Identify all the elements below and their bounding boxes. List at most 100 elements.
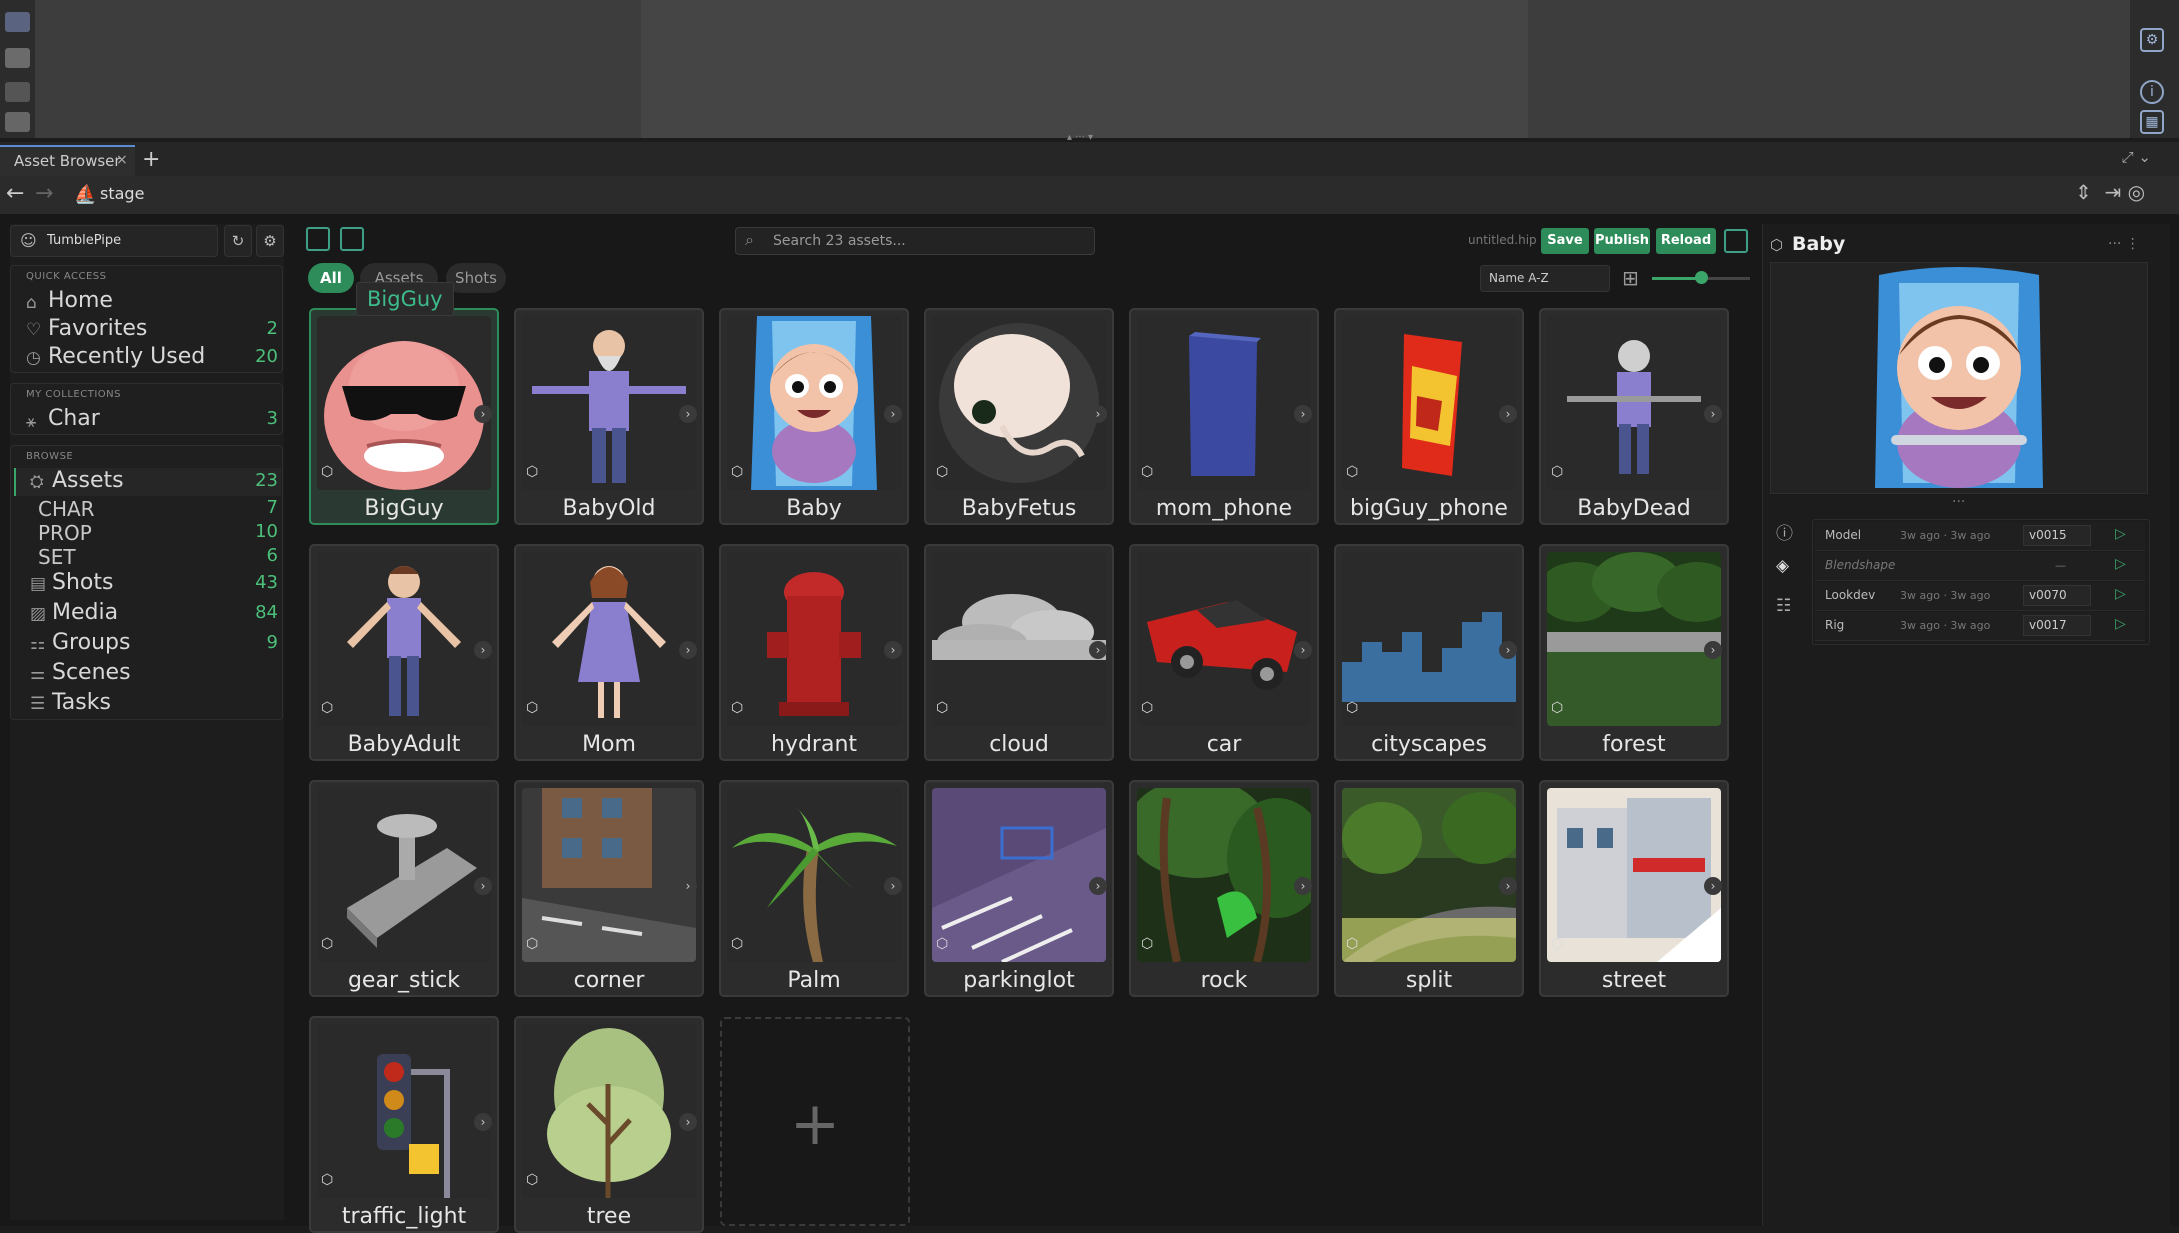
play-icon[interactable]: ▷ — [2115, 526, 2126, 542]
expand-chevron-icon[interactable]: › — [1499, 405, 1517, 423]
view-icon[interactable] — [5, 12, 30, 32]
sidebar-item-set[interactable]: SET — [38, 545, 76, 569]
expand-chevron-icon[interactable]: › — [679, 405, 697, 423]
maximize-pane-icon[interactable]: ⤢ ⌄ — [2122, 148, 2151, 166]
expand-chevron-icon[interactable]: › — [1499, 641, 1517, 659]
asset-card[interactable]: ⬡ › parkinglot — [924, 780, 1114, 997]
sidebar-item-assets[interactable]: Assets — [52, 468, 124, 493]
expand-chevron-icon[interactable]: › — [1499, 877, 1517, 895]
add-asset-button[interactable]: + — [720, 1017, 910, 1226]
asset-card[interactable]: ⬡ › tree — [514, 1016, 704, 1233]
expand-chevron-icon[interactable]: › — [474, 641, 492, 659]
settings-icon[interactable]: ⚙ — [2140, 28, 2164, 52]
layers-tab-icon[interactable]: ◈ — [1776, 556, 1789, 576]
asset-card[interactable]: ⬡ › cityscapes — [1334, 544, 1524, 761]
asset-card[interactable]: ⬡ › Palm — [719, 780, 909, 997]
info-icon[interactable]: i — [2140, 80, 2164, 104]
version-select[interactable]: v0070 — [2023, 585, 2091, 606]
sidebar-item-char-type[interactable]: CHAR — [38, 497, 95, 521]
asset-card[interactable]: ⬡ › traffic_light — [309, 1016, 499, 1233]
expand-chevron-icon[interactable]: › — [1704, 877, 1722, 895]
forward-button[interactable]: → — [35, 181, 53, 206]
asset-card[interactable]: ⬡ › corner — [514, 780, 704, 997]
asset-card[interactable]: ⬡ › Baby — [719, 308, 909, 525]
list-tab-icon[interactable]: ☷ — [1776, 596, 1791, 616]
expand-chevron-icon[interactable]: › — [1089, 877, 1107, 895]
asset-card[interactable]: ⬡ › rock — [1129, 780, 1319, 997]
version-select[interactable]: v0015 — [2023, 525, 2091, 546]
camera-icon[interactable] — [5, 48, 30, 68]
expand-chevron-icon[interactable]: › — [1704, 405, 1722, 423]
preview-resize-handle[interactable]: ··· — [1952, 494, 1965, 510]
pane-splitter[interactable]: ▴ ··· ▾ — [1050, 133, 1110, 143]
expand-chevron-icon[interactable]: › — [679, 641, 697, 659]
sidebar-item-tasks[interactable]: Tasks — [52, 690, 111, 715]
sort-select[interactable]: Name A-Z — [1480, 265, 1610, 292]
version-row[interactable]: Model 3w ago · 3w ago v0015 ▷ — [1815, 522, 2145, 551]
project-selector[interactable]: TumblePipe — [10, 225, 218, 257]
grid-view-icon[interactable]: ⊞ — [1622, 266, 1639, 290]
expand-chevron-icon[interactable]: › — [679, 877, 697, 895]
asset-card[interactable]: ⬡ › Mom — [514, 544, 704, 761]
tab-asset-browser[interactable]: Asset Browser — [0, 145, 135, 176]
publish-button[interactable]: Publish — [1594, 228, 1650, 254]
search-input[interactable] — [773, 229, 1083, 253]
path-label[interactable]: stage — [100, 184, 144, 203]
asset-card[interactable]: ⬡ › BigGuy — [309, 308, 499, 525]
display-icon[interactable] — [5, 112, 30, 132]
filter-shots-button[interactable]: Shots — [446, 263, 506, 293]
expand-chevron-icon[interactable]: › — [884, 641, 902, 659]
refresh-button[interactable]: ↻ — [224, 225, 252, 257]
version-row[interactable]: Lookdev 3w ago · 3w ago v0070 ▷ — [1815, 582, 2145, 611]
asset-card[interactable]: ⬡ › split — [1334, 780, 1524, 997]
toggle-sidebar-button[interactable] — [306, 227, 330, 251]
play-icon[interactable]: ▷ — [2115, 616, 2126, 632]
sidebar-item-shots[interactable]: Shots — [52, 570, 113, 595]
more-options-icon[interactable]: ··· ⋮ — [2108, 236, 2140, 252]
save-button[interactable]: Save — [1541, 228, 1589, 254]
expand-chevron-icon[interactable]: › — [1294, 877, 1312, 895]
sidebar-item-recently-used[interactable]: Recently Used — [48, 344, 205, 369]
render-icon[interactable] — [5, 82, 30, 102]
expand-chevron-icon[interactable]: › — [1294, 405, 1312, 423]
info-tab-icon[interactable]: ⓘ — [1776, 519, 1793, 544]
play-icon[interactable]: ▷ — [2115, 586, 2126, 602]
play-icon[interactable]: ▷ — [2115, 556, 2126, 572]
expand-chevron-icon[interactable]: › — [679, 1113, 697, 1131]
sidebar-item-char[interactable]: Char — [48, 406, 100, 431]
asset-card[interactable]: ⬡ › BabyFetus — [924, 308, 1114, 525]
asset-card[interactable]: ⬡ › gear_stick — [309, 780, 499, 997]
asset-card[interactable]: ⬡ › BabyDead — [1539, 308, 1729, 525]
asset-card[interactable]: ⬡ › street — [1539, 780, 1729, 997]
tab-close-icon[interactable]: × — [116, 152, 128, 168]
asset-card[interactable]: ⬡ › car — [1129, 544, 1319, 761]
add-tab-button[interactable]: + — [142, 147, 160, 172]
sidebar-item-groups[interactable]: Groups — [52, 630, 130, 655]
expand-chevron-icon[interactable]: › — [1089, 641, 1107, 659]
expand-chevron-icon[interactable]: › — [1704, 641, 1722, 659]
sidebar-item-media[interactable]: Media — [52, 600, 118, 625]
asset-card[interactable]: ⬡ › BabyOld — [514, 308, 704, 525]
version-row[interactable]: Blendshape — ▷ — [1815, 552, 2145, 581]
asset-card[interactable]: ⬡ › hydrant — [719, 544, 909, 761]
asset-card[interactable]: ⬡ › cloud — [924, 544, 1114, 761]
expand-chevron-icon[interactable]: › — [474, 1113, 492, 1131]
sidebar-item-prop[interactable]: PROP — [38, 521, 92, 545]
expand-chevron-icon[interactable]: › — [1089, 405, 1107, 423]
asset-card[interactable]: ⬡ › mom_phone — [1129, 308, 1319, 525]
back-button[interactable]: ← — [6, 181, 24, 206]
expand-chevron-icon[interactable]: › — [474, 877, 492, 895]
grid-layout-icon[interactable]: ▦ — [2140, 110, 2164, 134]
version-select[interactable]: v0017 — [2023, 615, 2091, 636]
reload-button[interactable]: Reload — [1656, 228, 1716, 254]
expand-chevron-icon[interactable]: › — [884, 405, 902, 423]
asset-card[interactable]: ⬡ › bigGuy_phone — [1334, 308, 1524, 525]
sidebar-item-favorites[interactable]: Favorites — [48, 316, 147, 341]
toggle-detail-panel-button[interactable] — [1724, 229, 1748, 253]
pin-icon[interactable]: ⇕ ⇥ ◎ — [2075, 180, 2145, 204]
expand-chevron-icon[interactable]: › — [474, 405, 492, 423]
sidebar-item-scenes[interactable]: Scenes — [52, 660, 131, 685]
filter-all-button[interactable]: All — [308, 263, 354, 293]
toggle-bottom-panel-button[interactable] — [340, 227, 364, 251]
version-row[interactable]: Rig 3w ago · 3w ago v0017 ▷ — [1815, 612, 2145, 641]
